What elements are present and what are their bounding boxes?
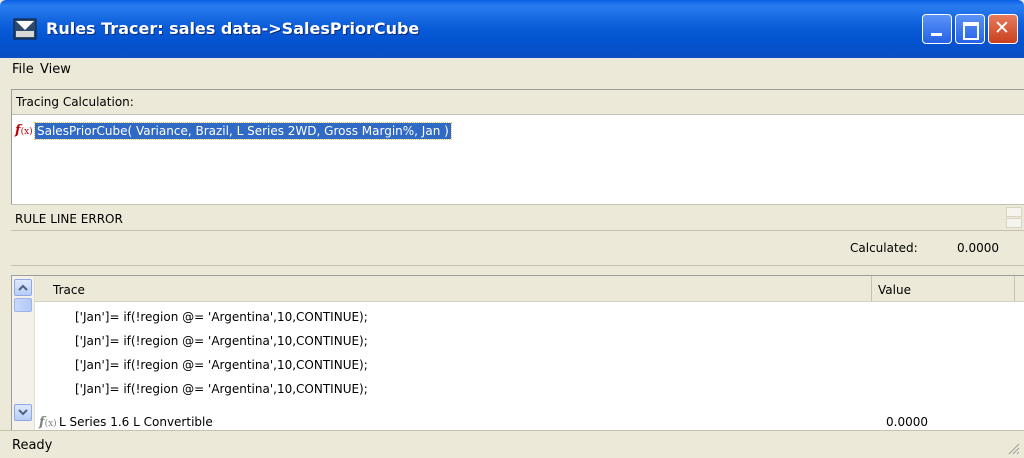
trace-item-value: 0.0000 bbox=[886, 415, 928, 429]
calculated-line: Calculated: 0.0000 bbox=[11, 230, 1024, 266]
scroll-thumb[interactable] bbox=[14, 298, 32, 312]
trace-item-last[interactable]: f(x) L Series 1.6 L Convertible bbox=[39, 415, 213, 431]
trace-row[interactable]: ['Jan']= if(!region @= 'Argentina',10,CO… bbox=[75, 310, 368, 328]
column-header-value[interactable]: Value bbox=[872, 276, 1015, 301]
menu-view[interactable]: View bbox=[40, 62, 71, 77]
fx-function-icon: f(x) bbox=[15, 123, 33, 138]
error-scroll-up[interactable] bbox=[1006, 207, 1022, 217]
tracing-root-label[interactable]: SalesPriorCube( Variance, Brazil, L Seri… bbox=[34, 122, 452, 140]
maximize-button[interactable] bbox=[955, 14, 985, 44]
menu-bar: File View bbox=[0, 58, 1024, 82]
resize-grip-icon[interactable] bbox=[1006, 441, 1020, 455]
rule-line-error: RULE LINE ERROR bbox=[11, 204, 1024, 231]
error-scroller[interactable] bbox=[1006, 207, 1022, 229]
status-bar: Ready bbox=[0, 430, 1024, 458]
calculated-label: Calculated: bbox=[850, 241, 918, 255]
rule-error-text: RULE LINE ERROR bbox=[15, 212, 123, 226]
scroll-up-button[interactable] bbox=[14, 279, 32, 296]
maximize-icon bbox=[963, 22, 979, 40]
scroll-down-button[interactable] bbox=[14, 404, 32, 421]
calculated-value: 0.0000 bbox=[957, 241, 999, 255]
trace-row[interactable]: ['Jan']= if(!region @= 'Argentina',10,CO… bbox=[75, 382, 368, 400]
trace-item-label: L Series 1.6 L Convertible bbox=[59, 415, 213, 429]
column-header-value-label: Value bbox=[878, 283, 911, 297]
title-bar[interactable]: Rules Tracer: sales data->SalesPriorCube… bbox=[0, 0, 1024, 58]
trace-row[interactable]: ['Jan']= if(!region @= 'Argentina',10,CO… bbox=[75, 334, 368, 352]
trace-list: Trace Value ['Jan']= if(!region @= 'Arge… bbox=[11, 275, 1024, 431]
tracing-root-item[interactable]: f(x) SalesPriorCube( Variance, Brazil, L… bbox=[15, 122, 452, 140]
column-header-trace-label: Trace bbox=[53, 283, 85, 297]
close-icon: ✕ bbox=[994, 17, 1010, 39]
tracing-panel: Tracing Calculation: f(x) SalesPriorCube… bbox=[11, 89, 1024, 206]
close-button[interactable]: ✕ bbox=[988, 14, 1018, 44]
chevron-up-icon bbox=[18, 284, 28, 291]
app-icon bbox=[13, 18, 37, 40]
trace-scrollbar[interactable] bbox=[12, 276, 35, 431]
tracing-header-label: Tracing Calculation: bbox=[16, 95, 134, 109]
trace-row[interactable]: ['Jan']= if(!region @= 'Argentina',10,CO… bbox=[75, 358, 368, 376]
trace-list-header: Trace Value bbox=[35, 276, 1024, 302]
window-title: Rules Tracer: sales data->SalesPriorCube bbox=[46, 19, 420, 38]
column-header-trace[interactable]: Trace bbox=[35, 276, 872, 301]
chevron-down-icon bbox=[18, 409, 28, 416]
tracing-header: Tracing Calculation: bbox=[12, 90, 1024, 115]
panel-splitter[interactable] bbox=[0, 266, 1024, 275]
menu-file[interactable]: File bbox=[12, 62, 34, 77]
minimize-button[interactable] bbox=[922, 14, 952, 44]
minimize-icon bbox=[931, 33, 942, 36]
status-text: Ready bbox=[12, 438, 53, 453]
fx-function-icon: f(x) bbox=[39, 415, 57, 430]
error-scroll-down[interactable] bbox=[1006, 218, 1022, 228]
